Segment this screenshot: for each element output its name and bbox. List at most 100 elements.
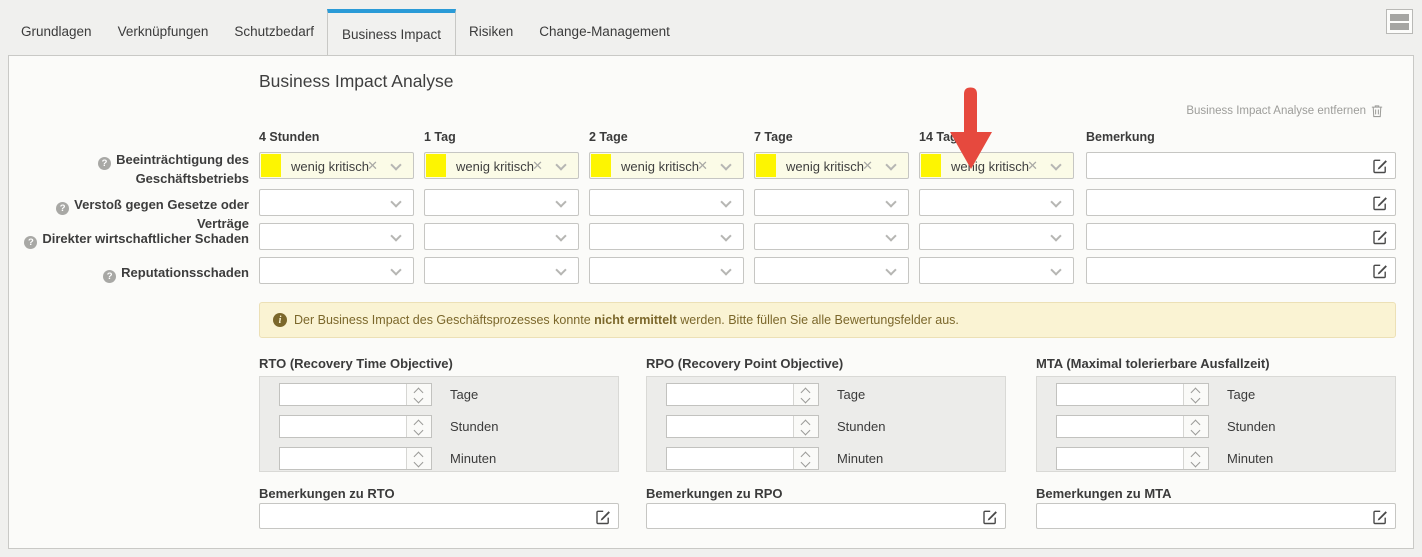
clear-icon[interactable]: ✕: [697, 158, 708, 174]
impact-dropdown-r0-c0[interactable]: wenig kritisch ✕: [259, 152, 414, 179]
impact-dropdown-r3-c2[interactable]: [589, 257, 744, 284]
clear-icon[interactable]: ✕: [367, 158, 378, 174]
rto-tage-input[interactable]: [282, 385, 402, 404]
tab-grundlagen[interactable]: Grundlagen: [8, 24, 105, 55]
impact-dropdown-r0-c1[interactable]: wenig kritisch ✕: [424, 152, 579, 179]
impact-dropdown-r3-c0[interactable]: [259, 257, 414, 284]
info-icon: i: [273, 313, 287, 327]
spinner-down-icon: [1191, 458, 1201, 468]
help-icon[interactable]: ?: [103, 270, 116, 283]
layout-toggle-button[interactable]: [1386, 9, 1413, 34]
spinner-buttons[interactable]: [1183, 384, 1208, 405]
impact-dropdown-r3-c3[interactable]: [754, 257, 909, 284]
row-label-text: Beeinträchtigung des: [116, 152, 249, 167]
impact-dropdown-r0-c4[interactable]: wenig kritisch ✕: [919, 152, 1074, 179]
bemerkung-input[interactable]: [1090, 192, 1362, 213]
bemerkung-field-r2: [1086, 223, 1396, 250]
impact-dropdown-r2-c3[interactable]: [754, 223, 909, 250]
bemerkung-input[interactable]: [1090, 226, 1362, 247]
banner-text-suffix: werden. Bitte füllen Sie alle Bewertungs…: [677, 313, 959, 327]
impact-dropdown-r1-c3[interactable]: [754, 189, 909, 216]
rto-stunden-input[interactable]: [282, 417, 402, 436]
rto-minuten-stepper: [279, 447, 432, 470]
spinner-buttons[interactable]: [793, 416, 818, 437]
chevron-down-icon: [885, 196, 896, 207]
bemerkung-input[interactable]: [1090, 260, 1362, 281]
col-header-4-stunden: 4 Stunden: [259, 130, 319, 144]
impact-dropdown-r2-c0[interactable]: [259, 223, 414, 250]
help-icon[interactable]: ?: [24, 236, 37, 249]
spinner-down-icon: [801, 426, 811, 436]
help-icon[interactable]: ?: [56, 202, 69, 215]
impact-dropdown-r3-c1[interactable]: [424, 257, 579, 284]
mta-minuten-input[interactable]: [1059, 449, 1179, 468]
rpo-notes-input[interactable]: [650, 506, 972, 526]
clear-icon[interactable]: ✕: [532, 158, 543, 174]
unit-label-minuten: Minuten: [450, 451, 496, 466]
edit-icon[interactable]: [1372, 195, 1388, 211]
tab-risiken[interactable]: Risiken: [456, 24, 526, 55]
rpo-panel: Tage Stunden Minuten: [646, 376, 1006, 472]
chevron-down-icon: [885, 230, 896, 241]
edit-icon[interactable]: [1372, 229, 1388, 245]
mta-tage-input[interactable]: [1059, 385, 1179, 404]
edit-icon[interactable]: [1372, 158, 1388, 174]
mta-notes-input[interactable]: [1040, 506, 1362, 526]
edit-icon[interactable]: [1372, 263, 1388, 279]
spinner-buttons[interactable]: [406, 448, 431, 469]
selected-value: wenig kritisch: [786, 159, 864, 174]
mta-panel: Tage Stunden Minuten: [1036, 376, 1396, 472]
bemerkung-input[interactable]: [1090, 155, 1362, 176]
tab-schutzbedarf[interactable]: Schutzbedarf: [221, 24, 327, 55]
rto-notes-input[interactable]: [263, 506, 585, 526]
spinner-buttons[interactable]: [1183, 448, 1208, 469]
tab-bar: Grundlagen Verknüpfungen Schutzbedarf Bu…: [8, 0, 683, 55]
impact-dropdown-r1-c2[interactable]: [589, 189, 744, 216]
chevron-down-icon: [1050, 196, 1061, 207]
impact-dropdown-r2-c4[interactable]: [919, 223, 1074, 250]
spinner-buttons[interactable]: [406, 384, 431, 405]
unit-label-stunden: Stunden: [837, 419, 885, 434]
selected-value: wenig kritisch: [291, 159, 369, 174]
chevron-down-icon: [390, 196, 401, 207]
impact-dropdown-r1-c0[interactable]: [259, 189, 414, 216]
rto-minuten-input[interactable]: [282, 449, 402, 468]
rating-color-swatch: [261, 154, 281, 177]
rpo-tage-stepper: [666, 383, 819, 406]
rto-stunden-stepper: [279, 415, 432, 438]
edit-icon[interactable]: [982, 509, 998, 525]
rpo-tage-input[interactable]: [669, 385, 789, 404]
mta-stunden-stepper: [1056, 415, 1209, 438]
edit-icon[interactable]: [1372, 509, 1388, 525]
chevron-down-icon: [1050, 230, 1061, 241]
page-title: Business Impact Analyse: [259, 71, 454, 92]
clear-icon[interactable]: ✕: [862, 158, 873, 174]
spinner-buttons[interactable]: [1183, 416, 1208, 437]
tab-business-impact[interactable]: Business Impact: [327, 9, 456, 55]
clear-icon[interactable]: ✕: [1027, 158, 1038, 174]
impact-dropdown-r2-c1[interactable]: [424, 223, 579, 250]
edit-icon[interactable]: [595, 509, 611, 525]
impact-dropdown-r0-c2[interactable]: wenig kritisch ✕: [589, 152, 744, 179]
impact-dropdown-r2-c2[interactable]: [589, 223, 744, 250]
tab-verknuepfungen[interactable]: Verknüpfungen: [105, 24, 222, 55]
impact-dropdown-r3-c4[interactable]: [919, 257, 1074, 284]
unit-label-stunden: Stunden: [1227, 419, 1275, 434]
rpo-stunden-input[interactable]: [669, 417, 789, 436]
row-label-text: Verstoß gegen Gesetze oder Verträge: [74, 197, 249, 231]
mta-stunden-input[interactable]: [1059, 417, 1179, 436]
spinner-buttons[interactable]: [793, 448, 818, 469]
spinner-buttons[interactable]: [793, 384, 818, 405]
tab-change-management[interactable]: Change-Management: [526, 24, 683, 55]
impact-dropdown-r0-c3[interactable]: wenig kritisch ✕: [754, 152, 909, 179]
rpo-minuten-input[interactable]: [669, 449, 789, 468]
rto-notes-label: Bemerkungen zu RTO: [259, 486, 395, 501]
rto-tage-stepper: [279, 383, 432, 406]
impact-dropdown-r1-c4[interactable]: [919, 189, 1074, 216]
help-icon[interactable]: ?: [98, 157, 111, 170]
unit-label-tage: Tage: [837, 387, 865, 402]
remove-bia-link[interactable]: Business Impact Analyse entfernen: [1186, 104, 1383, 118]
chevron-down-icon: [555, 264, 566, 275]
impact-dropdown-r1-c1[interactable]: [424, 189, 579, 216]
spinner-buttons[interactable]: [406, 416, 431, 437]
